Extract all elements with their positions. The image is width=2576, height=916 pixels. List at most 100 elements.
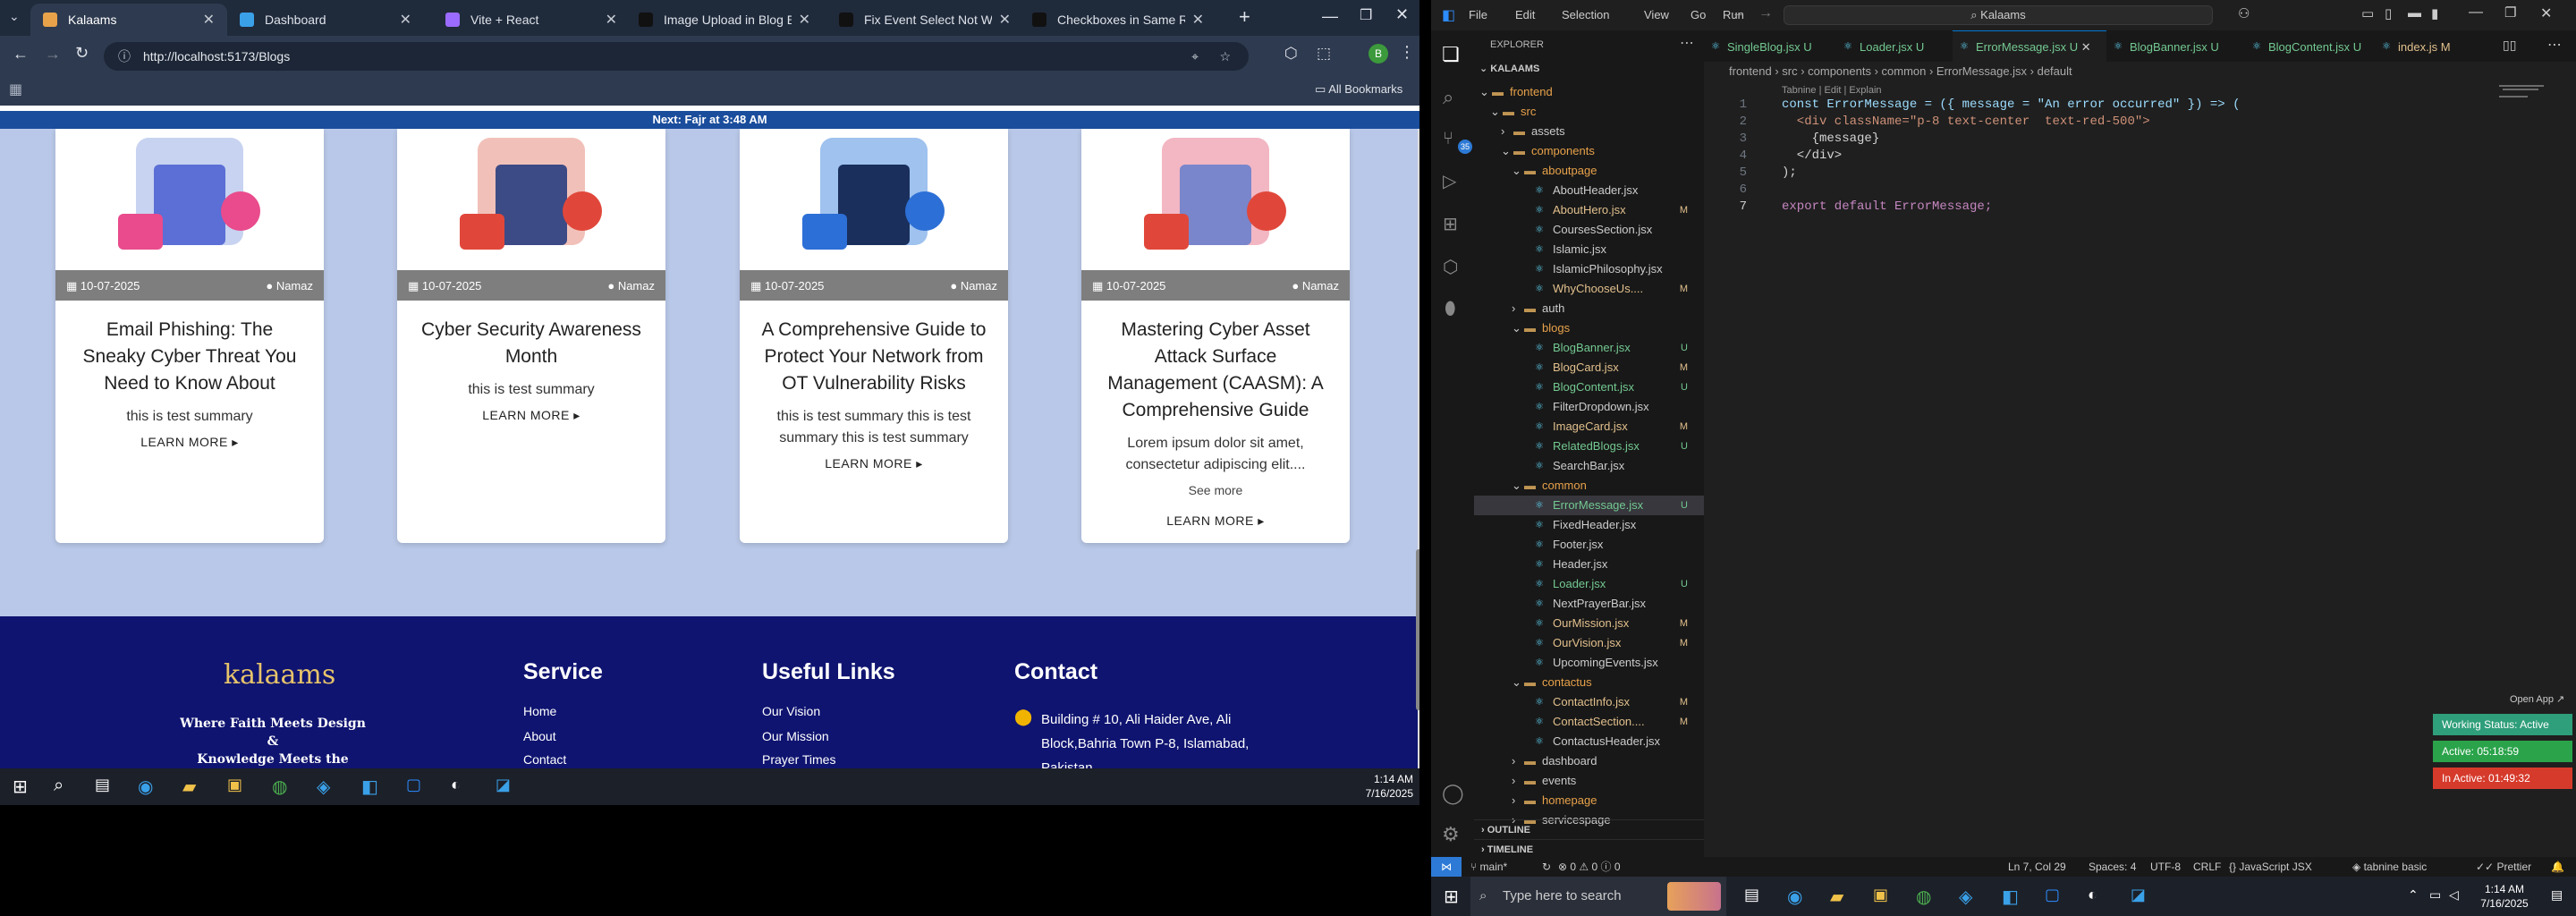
back-icon[interactable]: ← xyxy=(13,45,29,64)
breadcrumb[interactable]: frontend › src › components › common › E… xyxy=(1704,62,2576,81)
blog-card[interactable]: ▦ 10-07-2025 ● Namaz Mastering Cyber Asset… xyxy=(1081,129,1350,543)
menu-item[interactable]: Go xyxy=(1690,8,1706,21)
menu-item[interactable]: File xyxy=(1469,8,1487,21)
indentation[interactable]: Spaces: 4 xyxy=(2089,857,2136,877)
footer-link-home[interactable]: Home xyxy=(523,704,556,718)
outline-section[interactable]: › OUTLINE xyxy=(1474,819,1704,839)
tree-folder[interactable]: › ▬ homepage xyxy=(1474,791,1704,810)
tree-folder[interactable]: ⌄ ▬ blogs xyxy=(1474,318,1704,338)
page-scrollbar[interactable] xyxy=(1416,129,1419,768)
code-line[interactable]: <div className="p-8 text-center text-red… xyxy=(1782,114,2150,129)
explorer-icon[interactable]: ❏ xyxy=(1442,43,1460,66)
reload-icon[interactable]: ↻ xyxy=(75,44,89,63)
browser-tab[interactable]: Dashboard ✕ xyxy=(227,4,424,36)
notification-center-icon[interactable]: ▤ xyxy=(2551,887,2563,903)
close-tab-icon[interactable]: ✕ xyxy=(606,11,617,29)
panel-toggle-icon[interactable]: ▬ xyxy=(2408,5,2421,21)
timeline-section[interactable]: › TIMELINE xyxy=(1474,839,1704,859)
branch-indicator[interactable]: ⑂ main* xyxy=(1470,857,1507,877)
learn-more-link[interactable]: LEARN MORE ▸ xyxy=(397,408,665,423)
tree-folder[interactable]: ⌄ ▬ contactus xyxy=(1474,673,1704,692)
app-icon-2[interactable]: ◐ xyxy=(2088,886,2097,904)
close-tab-icon[interactable]: ✕ xyxy=(400,11,411,29)
manage-gear-icon[interactable]: ⚙ xyxy=(1442,823,1460,846)
footer-link-vision[interactable]: Our Vision xyxy=(762,704,820,718)
volume-icon[interactable]: ◁ xyxy=(2449,887,2459,903)
blog-title[interactable]: A Comprehensive Guide to Protect Your Ne… xyxy=(758,317,990,397)
copilot-icon[interactable]: ⚇ xyxy=(2238,5,2250,21)
app-icon-3[interactable]: ◪ xyxy=(2131,886,2146,904)
tree-file[interactable]: ⚛ RelatedBlogs.jsx U xyxy=(1474,437,1704,456)
tree-file[interactable]: ⚛ CoursesSection.jsx xyxy=(1474,220,1704,240)
vscode-icon[interactable]: ◧ xyxy=(361,776,378,798)
editor-tab[interactable]: ⚛ BlogContent.jsx U xyxy=(2245,30,2375,62)
editor-tab[interactable]: ⚛ Loader.jsx U xyxy=(1836,30,1953,62)
tray-chevron-icon[interactable]: ⌃ xyxy=(2408,887,2419,903)
chrome-icon[interactable]: ◍ xyxy=(272,776,287,798)
tree-file[interactable]: ⚛ BlogContent.jsx U xyxy=(1474,377,1704,397)
notifications-bell-icon[interactable]: 🔔 xyxy=(2551,857,2564,877)
menu-item[interactable]: Selection xyxy=(1562,8,1609,21)
cursor-position[interactable]: Ln 7, Col 29 xyxy=(2008,857,2066,877)
all-bookmarks-folder[interactable]: ▭ All Bookmarks xyxy=(1315,82,1402,97)
code-line[interactable]: ); xyxy=(1782,165,1797,180)
workspace-root[interactable]: ⌄ KALAAMS xyxy=(1479,63,1539,74)
sidebar-toggle-icon[interactable]: ▯ xyxy=(2385,5,2392,21)
tree-file[interactable]: ⚛ ImageCard.jsx M xyxy=(1474,417,1704,437)
open-app-button[interactable]: Open App ↗ xyxy=(2510,693,2574,711)
line-ending[interactable]: CRLF xyxy=(2193,857,2221,877)
secondary-sidebar-icon[interactable]: ▮ xyxy=(2431,5,2438,21)
vscode-close-button[interactable]: ✕ xyxy=(2540,4,2552,22)
taskbar-search-box[interactable]: ⌕ Type here to search xyxy=(1470,877,1726,916)
file-explorer-icon[interactable]: ▰ xyxy=(1830,886,1843,908)
accounts-icon[interactable]: ◯ xyxy=(1442,782,1464,805)
tree-file[interactable]: ⚛ Footer.jsx xyxy=(1474,535,1704,555)
tree-file[interactable]: ⚛ FilterDropdown.jsx xyxy=(1474,397,1704,417)
footer-link-contact[interactable]: Contact xyxy=(523,752,566,767)
tree-folder[interactable]: ⌄ ▬ common xyxy=(1474,476,1704,496)
new-tab-button[interactable]: + xyxy=(1239,5,1250,29)
codelens[interactable]: Tabnine | Edit | Explain xyxy=(1782,85,1882,96)
zoom-icon[interactable]: ▢ xyxy=(2045,886,2060,904)
editor-tab[interactable]: ⚛ SingleBlog.jsx U xyxy=(1704,30,1836,62)
tree-file[interactable]: ⚛ BlogCard.jsx M xyxy=(1474,358,1704,377)
search-icon[interactable]: ⌕ xyxy=(54,776,64,796)
site-info-icon[interactable]: ⓘ xyxy=(118,42,131,71)
split-editor-icon[interactable]: ▯▯ xyxy=(2503,38,2516,53)
see-more-link[interactable]: See more xyxy=(1081,483,1350,497)
tree-folder[interactable]: › ▬ auth xyxy=(1474,299,1704,318)
footer-link-about[interactable]: About xyxy=(523,729,556,743)
blog-title[interactable]: Email Phishing: The Sneaky Cyber Threat … xyxy=(73,317,306,397)
close-tab-icon[interactable]: ✕ xyxy=(799,11,810,29)
tree-file[interactable]: ⚛ WhyChooseUs.... M xyxy=(1474,279,1704,299)
browser-tab[interactable]: Fix Event Select Not Working ✕ xyxy=(826,4,1023,36)
app-icon-3[interactable]: ◪ xyxy=(496,776,511,794)
close-tab-icon[interactable]: ✕ xyxy=(2081,40,2091,54)
editor-tab[interactable]: ⚛ index.js M xyxy=(2375,30,2487,62)
app-icon-2[interactable]: ◐ xyxy=(451,776,461,794)
tree-folder[interactable]: › ▬ events xyxy=(1474,771,1704,791)
close-tab-icon[interactable]: ✕ xyxy=(999,11,1011,29)
blog-title[interactable]: Cyber Security Awareness Month xyxy=(415,317,648,370)
minimap[interactable] xyxy=(2496,81,2558,108)
tree-file[interactable]: ⚛ UpcomingEvents.jsx xyxy=(1474,653,1704,673)
minimize-button[interactable]: — xyxy=(1322,7,1338,26)
remote-indicator[interactable]: ⋈ xyxy=(1431,857,1462,877)
tabnine-icon[interactable]: ⬮ xyxy=(1445,299,1456,319)
language-mode[interactable]: {} JavaScript JSX xyxy=(2229,857,2312,877)
forward-icon[interactable]: → xyxy=(45,45,61,64)
source-control-icon[interactable]: ⑂ xyxy=(1443,129,1453,149)
app-icon[interactable]: ◈ xyxy=(1959,886,1972,908)
menu-item[interactable]: Edit xyxy=(1515,8,1535,21)
tree-file[interactable]: ⚛ AboutHero.jsx M xyxy=(1474,200,1704,220)
tree-folder[interactable]: › ▬ assets xyxy=(1474,122,1704,141)
blog-title[interactable]: Mastering Cyber Asset Attack Surface Man… xyxy=(1099,317,1332,424)
footer-link-mission[interactable]: Our Mission xyxy=(762,729,829,743)
browser-tab[interactable]: Kalaams ✕ xyxy=(30,4,227,36)
tree-file[interactable]: ⚛ Islamic.jsx xyxy=(1474,240,1704,259)
store-icon[interactable]: ▣ xyxy=(227,776,242,794)
menu-kebab-icon[interactable]: ⋮ xyxy=(1399,43,1415,62)
prettier-status[interactable]: ✓✓ Prettier xyxy=(2476,857,2531,877)
task-view-icon[interactable]: ▤ xyxy=(1744,886,1759,904)
location-icon[interactable]: ⌖ xyxy=(1191,42,1199,71)
